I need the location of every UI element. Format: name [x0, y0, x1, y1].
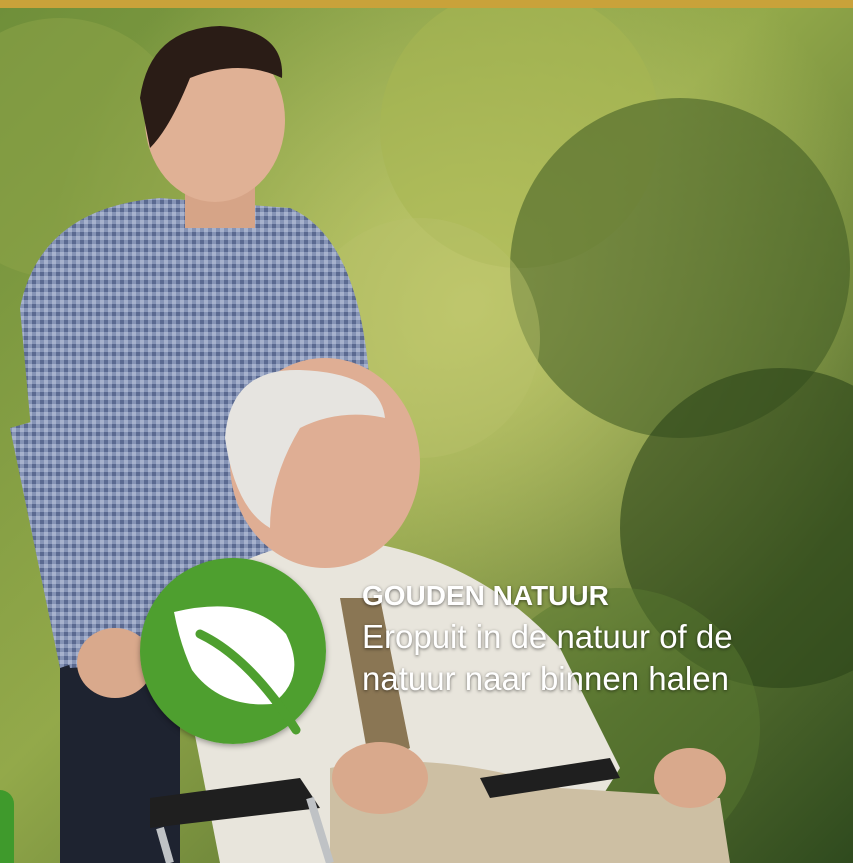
feature-caption: GOUDEN NATUUR Eropuit in de natuur of de…	[362, 578, 842, 700]
feature-description-line-2: natuur naar binnen halen	[362, 660, 729, 697]
leaf-badge	[140, 558, 326, 744]
feature-title: GOUDEN NATUUR	[362, 580, 609, 611]
feature-description: Eropuit in de natuur of de natuur naar b…	[362, 616, 842, 700]
leaf-icon	[140, 558, 326, 744]
feature-description-line-1: Eropuit in de natuur of de	[362, 618, 733, 655]
left-edge-marker	[0, 790, 14, 863]
gold-top-bar	[0, 0, 853, 8]
feature-card[interactable]: GOUDEN NATUUR Eropuit in de natuur of de…	[0, 0, 853, 863]
background-photo	[0, 8, 853, 863]
